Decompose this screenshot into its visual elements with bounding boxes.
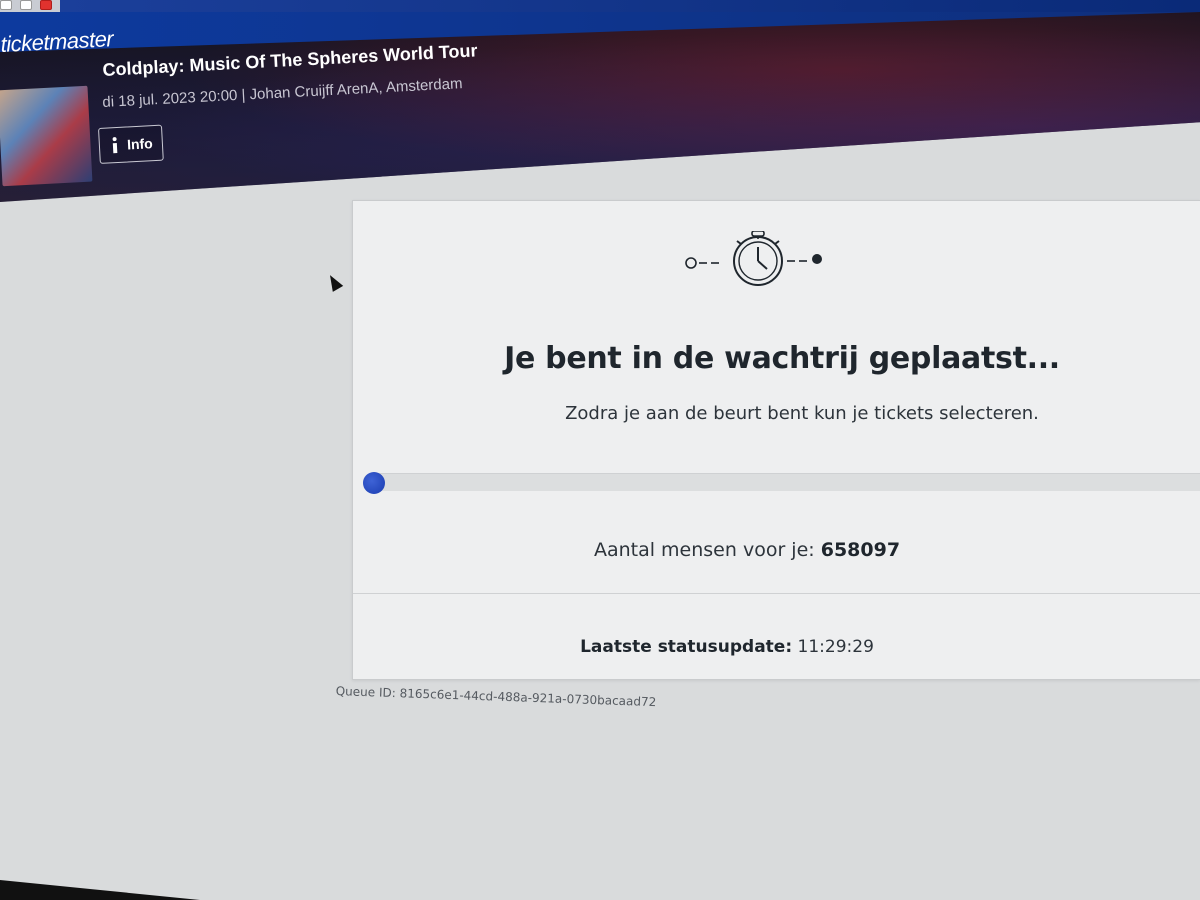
stopwatch-icon — [685, 231, 822, 286]
event-thumbnail — [0, 85, 93, 187]
queue-id: Queue ID: 8165c6e1-44cd-488a-921a-0730ba… — [335, 684, 657, 710]
tab-icon[interactable] — [20, 0, 32, 10]
browser-top-strip — [0, 0, 1200, 12]
status-update-row: Laatste statusupdate: 11:29:29 — [353, 637, 1200, 657]
card-divider — [353, 593, 1200, 594]
queue-heading: Je bent in de wachtrij geplaatst... — [504, 341, 1060, 376]
queue-progress-fill — [363, 472, 385, 494]
tab-icon[interactable] — [0, 0, 12, 10]
mouse-cursor — [324, 272, 344, 292]
people-ahead-label: Aantal mensen voor je: — [593, 539, 815, 561]
people-ahead-row: Aantal mensen voor je: 658097 — [353, 539, 1200, 561]
info-button-label: Info — [126, 135, 154, 153]
people-ahead-value: 658097 — [820, 539, 901, 561]
taskbar-edge — [0, 880, 200, 900]
status-update-label: Laatste statusupdate: — [580, 637, 793, 657]
info-icon — [109, 137, 122, 154]
queue-progress-bar — [363, 472, 1200, 494]
queue-subheading: Zodra je aan de beurt bent kun je ticket… — [565, 403, 1039, 424]
info-button[interactable]: Info — [98, 124, 164, 164]
queue-card: Je bent in de wachtrij geplaatst... Zodr… — [352, 200, 1200, 680]
tab-icon[interactable] — [40, 0, 52, 10]
status-update-time: 11:29:29 — [797, 637, 874, 657]
